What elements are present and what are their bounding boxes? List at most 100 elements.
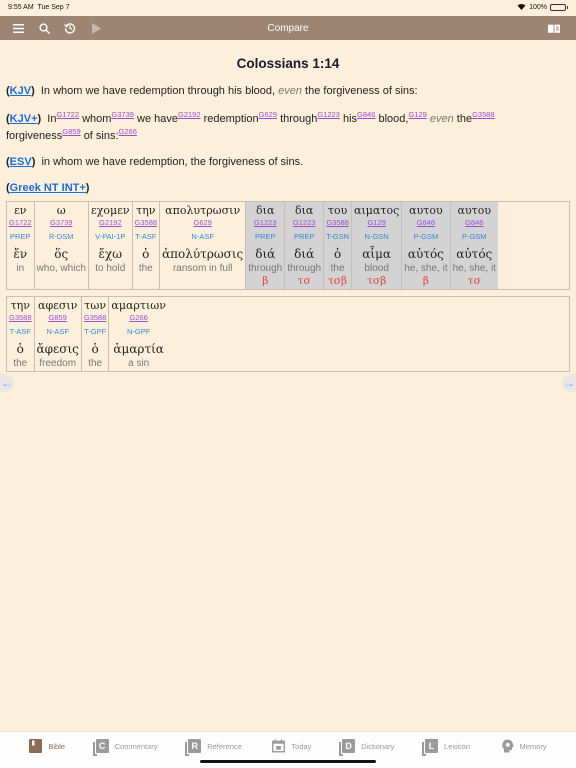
strongs-link[interactable]: G1223 xyxy=(317,110,340,119)
lemma: διά xyxy=(294,247,315,262)
tab-today[interactable]: Today xyxy=(272,736,311,756)
strongs-link[interactable]: G1223 xyxy=(254,218,277,228)
strongs-link[interactable]: G859 xyxy=(62,127,80,136)
strongs-link[interactable]: G266 xyxy=(119,127,137,136)
morphology-code[interactable]: T-ASF xyxy=(10,323,31,341)
interlinear-word[interactable]: αυτου G846 P-GSM αὐτός he, she, it β xyxy=(402,202,451,290)
version-link-kjv-plus[interactable]: KJV+ xyxy=(10,113,38,125)
greek-word: αυτου xyxy=(409,204,443,218)
strongs-link[interactable]: G3588 xyxy=(84,313,107,323)
tab-lexicon[interactable]: L Lexicon xyxy=(422,736,470,756)
strongs-link[interactable]: G2192 xyxy=(178,110,201,119)
tab-commentary[interactable]: C Commentary xyxy=(92,736,158,756)
morphology-code[interactable]: N-ASF xyxy=(191,228,214,246)
morphology-code[interactable]: PREP xyxy=(10,228,30,246)
strongs-link[interactable]: G846 xyxy=(465,218,483,228)
interlinear-word[interactable]: εν G1722 PREP ἔν in xyxy=(7,202,35,290)
morphology-code[interactable]: P-GSM xyxy=(462,228,487,246)
strongs-link[interactable]: G1722 xyxy=(56,110,79,119)
tab-label: Dictionary xyxy=(361,741,395,751)
verse-word: whom xyxy=(82,112,112,125)
strongs-link[interactable]: G2192 xyxy=(99,218,122,228)
search-icon[interactable] xyxy=(38,22,50,34)
strongs-link[interactable]: G846 xyxy=(417,218,435,228)
next-verse-arrow[interactable]: → xyxy=(562,374,576,392)
interlinear-word[interactable]: εχομεν G2192 V-PAI-1P ἔχω to hold xyxy=(89,202,133,290)
strongs-link[interactable]: G1722 xyxy=(9,218,32,228)
strongs-link[interactable]: G129 xyxy=(408,110,426,119)
memory-icon xyxy=(501,739,514,753)
strongs-link[interactable]: G846 xyxy=(357,110,375,119)
battery-icon xyxy=(550,3,568,11)
tab-label: Lexicon xyxy=(444,741,470,751)
strongs-link[interactable]: G859 xyxy=(49,313,67,323)
manuscript-mark: τσβ xyxy=(328,275,348,288)
version-link-esv[interactable]: ESV xyxy=(10,156,32,168)
strongs-link[interactable]: G3588 xyxy=(135,218,158,228)
strongs-link[interactable]: G1223 xyxy=(293,218,316,228)
morphology-code[interactable]: P-GSM xyxy=(414,228,439,246)
verse-word: even xyxy=(429,112,454,125)
strongs-link[interactable]: G3588 xyxy=(326,218,349,228)
strongs-link[interactable]: G266 xyxy=(129,313,147,323)
version-link-greek-nt-int[interactable]: Greek NT INT+ xyxy=(10,182,86,194)
strongs-link[interactable]: G129 xyxy=(367,218,385,228)
lemma: ἔν xyxy=(13,247,28,262)
version-link-kjv[interactable]: KJV xyxy=(10,85,31,97)
book-icon[interactable] xyxy=(548,22,560,34)
gloss: ransom in full xyxy=(172,263,233,275)
morphology-code[interactable]: N-GPF xyxy=(127,323,150,341)
nav-bar: Compare xyxy=(0,16,576,40)
menu-icon[interactable] xyxy=(12,22,24,34)
interlinear-word[interactable]: δια G1223 PREP διά through β xyxy=(246,202,286,290)
gloss: the xyxy=(138,263,153,275)
morphology-code[interactable]: N-ASF xyxy=(46,323,69,341)
interlinear-word[interactable]: απολυτρωσιν G629 N-ASF ἀπολύτρωσις ransom in… xyxy=(160,202,247,290)
lemma: ὁ xyxy=(16,342,24,357)
interlinear-word[interactable]: αφεσιν G859 N-ASF ἄφεσις freedom xyxy=(34,297,82,372)
strongs-link[interactable]: G629 xyxy=(193,218,211,228)
lexicon-icon: L xyxy=(422,739,439,756)
lemma: αὐτός xyxy=(407,247,444,262)
morphology-code[interactable]: R-DSM xyxy=(49,228,74,246)
interlinear-word[interactable]: των G3588 T-GPF ὁ the xyxy=(81,297,110,372)
morphology-code[interactable]: N-GSN xyxy=(365,228,389,246)
verse-word: of sins: xyxy=(83,130,119,143)
verse-text: in whom we have redemption, the forgiven… xyxy=(41,156,304,169)
morphology-code[interactable]: PREP xyxy=(294,228,314,246)
tab-dictionary[interactable]: D Dictionary xyxy=(339,736,395,756)
lemma: ὅς xyxy=(54,247,69,262)
strongs-link[interactable]: G3739 xyxy=(50,218,73,228)
verse-greek: (Greek NT INT+) xyxy=(6,182,90,195)
history-icon[interactable] xyxy=(64,22,76,34)
interlinear-word[interactable]: την G3588 T-ASF ὁ the xyxy=(132,202,161,290)
morphology-code[interactable]: V-PAI-1P xyxy=(95,228,125,246)
interlinear-word[interactable]: ω G3739 R-DSM ὅς who, which xyxy=(34,202,89,290)
strongs-link[interactable]: G3588 xyxy=(472,110,495,119)
morphology-code[interactable]: T-GPF xyxy=(84,323,106,341)
interlinear-word[interactable]: του G3588 T-GSN ὁ the τσβ xyxy=(324,202,353,290)
interlinear-word[interactable]: αυτου G846 P-GSM αὐτός he, she, it τσ xyxy=(450,202,498,290)
interlinear-word[interactable]: αιματος G129 N-GSN αἷμα blood τσβ xyxy=(352,202,403,290)
morphology-code[interactable]: T-ASF xyxy=(135,228,156,246)
interlinear-row: την G3588 T-ASF ὁ the αφεσιν G859 N-ASF ἄφεσις fr… xyxy=(6,296,570,373)
interlinear-word[interactable]: αμαρτιων G266 N-GPF ἁμαρτία a sin xyxy=(109,297,168,372)
lemma: ἄφεσις xyxy=(36,342,79,357)
status-date: Tue Sep 7 xyxy=(37,3,70,11)
tab-bible[interactable]: Bible xyxy=(29,736,65,756)
interlinear-table: εν G1722 PREP ἔν in ω G3739 R-DSM ὅς who, which εχ… xyxy=(6,201,570,373)
interlinear-word[interactable]: την G3588 T-ASF ὁ the xyxy=(7,297,35,372)
tab-reference[interactable]: R Reference xyxy=(185,736,242,756)
interlinear-word[interactable]: δια G1223 PREP διά through τσ xyxy=(285,202,325,290)
greek-word: την xyxy=(136,204,156,218)
strongs-link[interactable]: G3739 xyxy=(111,110,134,119)
strongs-link[interactable]: G629 xyxy=(259,110,277,119)
tab-memory[interactable]: Memory xyxy=(501,736,547,756)
manuscript-mark: τσ xyxy=(297,275,311,288)
gloss: the xyxy=(330,263,345,275)
strongs-link[interactable]: G3588 xyxy=(9,313,32,323)
morphology-code[interactable]: PREP xyxy=(255,228,275,246)
previous-verse-arrow[interactable]: ← xyxy=(0,374,14,392)
morphology-code[interactable]: T-GSN xyxy=(326,228,349,246)
play-icon[interactable] xyxy=(90,22,102,34)
